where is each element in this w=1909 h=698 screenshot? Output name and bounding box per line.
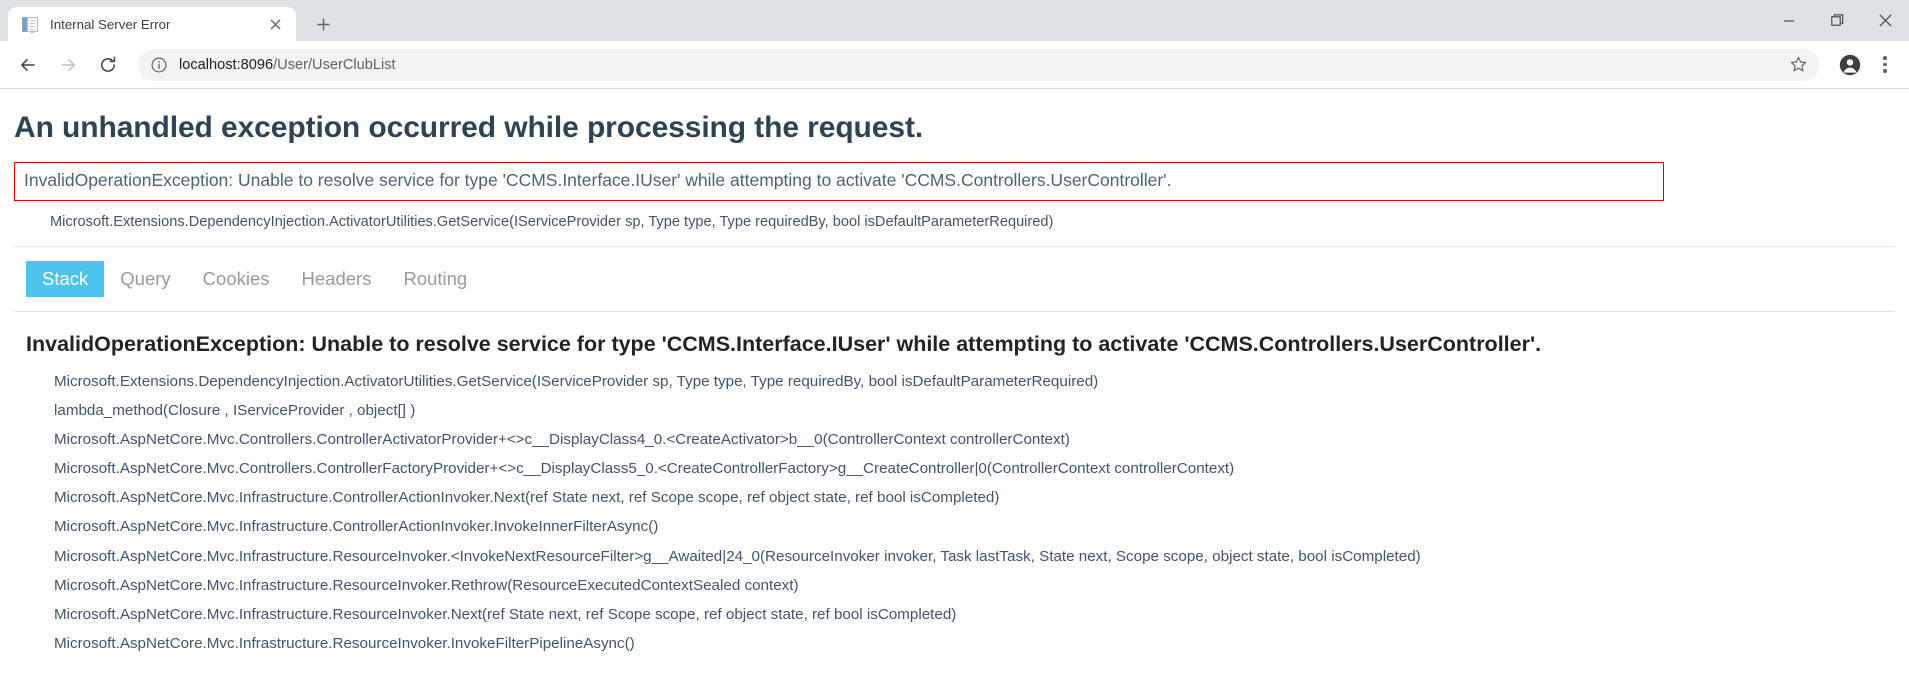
stack-frame[interactable]: Microsoft.AspNetCore.Mvc.Infrastructure.… <box>26 629 1895 658</box>
window-controls <box>1765 0 1909 41</box>
tab-stack[interactable]: Stack <box>26 261 105 297</box>
minimize-icon[interactable] <box>1765 0 1813 41</box>
stack-frame[interactable]: Microsoft.AspNetCore.Mvc.Infrastructure.… <box>26 542 1895 571</box>
stack-frame-list: Microsoft.Extensions.DependencyInjection… <box>26 367 1895 658</box>
tab-cookies[interactable]: Cookies <box>187 261 286 297</box>
page-body: An unhandled exception occurred while pr… <box>0 89 1909 698</box>
stack-frame[interactable]: Microsoft.AspNetCore.Mvc.Infrastructure.… <box>26 512 1895 541</box>
browser-tab-strip: Internal Server Error <box>0 0 1909 41</box>
tab-query[interactable]: Query <box>104 261 186 297</box>
browser-tab[interactable]: Internal Server Error <box>8 7 296 41</box>
stack-frame[interactable]: Microsoft.AspNetCore.Mvc.Infrastructure.… <box>26 600 1895 629</box>
divider-below-tabs <box>14 311 1895 312</box>
address-bar[interactable]: localhost:8096/User/UserClubList <box>138 48 1819 81</box>
three-dot-menu-icon[interactable] <box>1871 48 1899 82</box>
stack-frame[interactable]: Microsoft.AspNetCore.Mvc.Controllers.Con… <box>26 425 1895 454</box>
reload-icon[interactable] <box>91 48 125 82</box>
arrow-left-icon[interactable] <box>11 48 45 82</box>
browser-window: Internal Server Error localhost:8096/Use… <box>0 0 1909 698</box>
divider-above-tabs <box>14 246 1895 247</box>
address-bar-url: localhost:8096/User/UserClubList <box>179 57 1783 73</box>
address-bar-host: localhost:8096 <box>179 56 274 73</box>
close-icon[interactable] <box>264 13 286 35</box>
address-bar-path: /User/UserClubList <box>273 56 396 73</box>
close-window-icon[interactable] <box>1861 0 1909 41</box>
stack-frame[interactable]: lambda_method(Closure , IServiceProvider… <box>26 396 1895 425</box>
stack-frame[interactable]: Microsoft.Extensions.DependencyInjection… <box>26 367 1895 396</box>
browser-toolbar: localhost:8096/User/UserClubList <box>0 41 1909 89</box>
star-icon[interactable] <box>1783 50 1813 80</box>
error-subline: Microsoft.Extensions.DependencyInjection… <box>50 214 1054 230</box>
stack-frame[interactable]: Microsoft.AspNetCore.Mvc.Controllers.Con… <box>26 454 1895 483</box>
new-tab-button[interactable] <box>308 9 338 39</box>
arrow-right-icon <box>51 48 85 82</box>
error-message-text: InvalidOperationException: Unable to res… <box>24 170 1172 190</box>
account-avatar-icon[interactable] <box>1833 48 1867 82</box>
error-message-box: InvalidOperationException: Unable to res… <box>14 162 1664 201</box>
stack-frame[interactable]: Microsoft.AspNetCore.Mvc.Infrastructure.… <box>26 483 1895 512</box>
document-page-icon <box>22 16 39 33</box>
stack-frame[interactable]: Microsoft.AspNetCore.Mvc.Infrastructure.… <box>26 571 1895 600</box>
tab-headers[interactable]: Headers <box>286 261 388 297</box>
info-circle-icon[interactable] <box>150 56 168 74</box>
restore-window-icon[interactable] <box>1813 0 1861 41</box>
page-title: An unhandled exception occurred while pr… <box>14 111 924 144</box>
browser-tab-title: Internal Server Error <box>50 16 171 32</box>
exception-tabs: Stack Query Cookies Headers Routing <box>26 261 1895 297</box>
tab-routing[interactable]: Routing <box>387 261 483 297</box>
stack-heading: InvalidOperationException: Unable to res… <box>26 332 1542 356</box>
